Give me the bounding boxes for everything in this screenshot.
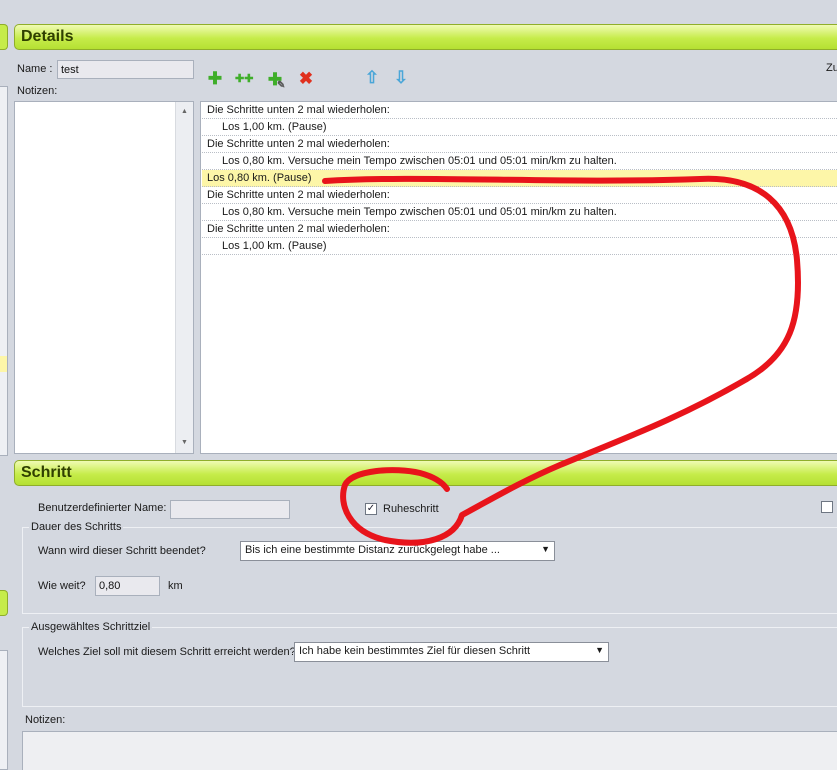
name-label: Name :: [17, 63, 53, 75]
rest-step-label: Ruheschritt: [383, 503, 439, 515]
custom-name-input[interactable]: [170, 500, 290, 519]
notes-textarea[interactable]: ▲ ▼: [14, 101, 194, 454]
step-text: Los 0,80 km. Versuche mein Tempo zwische…: [222, 155, 617, 167]
step-row[interactable]: Los 1,00 km. (Pause): [202, 119, 837, 136]
details-header: Details: [14, 24, 837, 50]
step-text: Los 0,80 km. (Pause): [207, 172, 312, 184]
notes-scrollbar[interactable]: ▲ ▼: [175, 102, 193, 453]
sidebar-strip-mid: [0, 590, 8, 616]
step-row[interactable]: Die Schritte unten 2 mal wiederholen:: [202, 187, 837, 204]
double-plus-icon[interactable]: ✚✚: [235, 70, 253, 88]
red-x-icon[interactable]: ✖: [297, 70, 315, 88]
plus-edit-icon[interactable]: ✚ ✎: [266, 71, 286, 92]
step-text: Die Schritte unten 2 mal wiederholen:: [207, 223, 390, 235]
sidebar-strip-bottom: [0, 650, 8, 770]
scroll-down-icon[interactable]: ▼: [181, 439, 188, 446]
step-row[interactable]: Die Schritte unten 2 mal wiederholen:: [202, 136, 837, 153]
duration-group-title: Dauer des Schritts: [29, 521, 124, 533]
when-select[interactable]: Bis ich eine bestimmte Distanz zurückgel…: [240, 541, 555, 561]
step-text: Los 0,80 km. Versuche mein Tempo zwische…: [222, 206, 617, 218]
details-title: Details: [21, 28, 74, 45]
custom-name-label: Benutzerdefinierter Name:: [38, 502, 167, 514]
target-group-title: Ausgewähltes Schrittziel: [29, 621, 153, 633]
step-row[interactable]: Los 0,80 km. Versuche mein Tempo zwische…: [202, 204, 837, 221]
step-row[interactable]: Die Schritte unten 2 mal wiederholen:: [202, 102, 837, 119]
right-cut-checkbox[interactable]: [821, 501, 833, 513]
notes-label: Notizen:: [17, 85, 58, 97]
step-row-selected[interactable]: Los 0,80 km. (Pause): [202, 170, 837, 187]
schritt-header: Schritt: [14, 460, 837, 486]
distance-label: Wie weit?: [38, 580, 86, 592]
distance-input[interactable]: [95, 576, 160, 596]
name-input[interactable]: [57, 60, 194, 79]
right-cut-label: Zu: [826, 62, 837, 74]
step-text: Die Schritte unten 2 mal wiederholen:: [207, 189, 390, 201]
step-text: Los 1,00 km. (Pause): [222, 240, 327, 252]
rest-step-checkbox[interactable]: ✓: [365, 503, 377, 515]
steps-list[interactable]: Die Schritte unten 2 mal wiederholen: Los…: [200, 101, 837, 454]
schritt-title: Schritt: [21, 464, 72, 481]
sidebar-selected-marker: [0, 356, 7, 372]
scroll-up-icon[interactable]: ▲: [181, 108, 188, 115]
step-text: Die Schritte unten 2 mal wiederholen:: [207, 138, 390, 150]
when-label: Wann wird dieser Schritt beendet?: [38, 545, 206, 557]
arrow-down-icon[interactable]: ⇩: [392, 69, 410, 87]
when-select-value: Bis ich eine bestimmte Distanz zurückgel…: [245, 544, 500, 556]
schritt-notes-label: Notizen:: [25, 714, 66, 726]
arrow-up-icon[interactable]: ⇧: [363, 69, 381, 87]
step-text: Los 1,00 km. (Pause): [222, 121, 327, 133]
schritt-notes-textarea[interactable]: [22, 731, 837, 770]
step-row[interactable]: Die Schritte unten 2 mal wiederholen:: [202, 221, 837, 238]
step-row[interactable]: Los 0,80 km. Versuche mein Tempo zwische…: [202, 153, 837, 170]
sidebar-strip-top: [0, 24, 8, 50]
target-select-value: Ich habe kein bestimmtes Ziel für diesen…: [299, 645, 531, 657]
step-row[interactable]: Los 1,00 km. (Pause): [202, 238, 837, 255]
target-group: [22, 627, 837, 707]
sidebar-strip-list: [0, 86, 8, 456]
target-select[interactable]: Ich habe kein bestimmtes Ziel für diesen…: [294, 642, 609, 662]
target-label: Welches Ziel soll mit diesem Schritt err…: [38, 646, 296, 658]
dropdown-arrow-icon: ▼: [595, 645, 604, 655]
dropdown-arrow-icon: ▼: [541, 544, 550, 554]
step-text: Die Schritte unten 2 mal wiederholen:: [207, 104, 390, 116]
plus-green-icon[interactable]: ✚: [206, 70, 224, 88]
distance-unit: km: [168, 580, 183, 592]
